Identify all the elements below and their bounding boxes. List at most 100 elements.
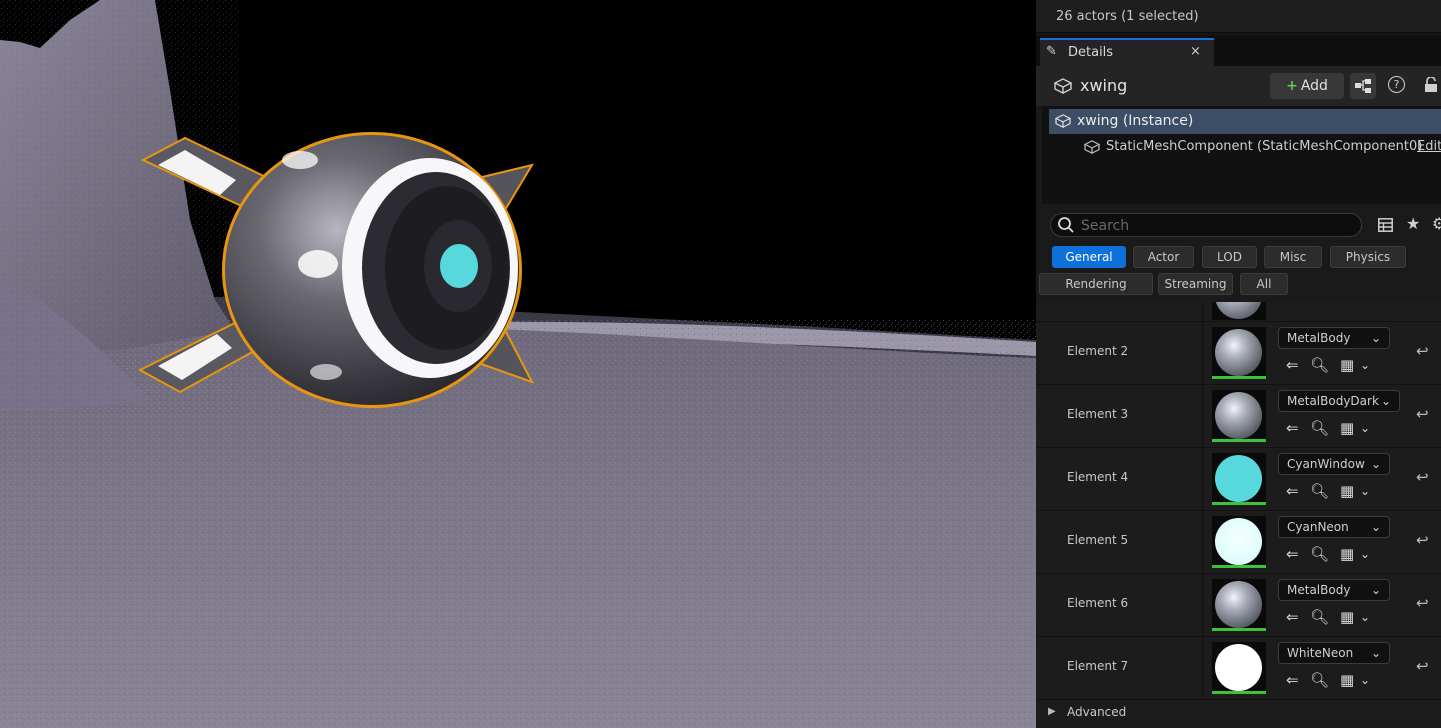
material-combo[interactable]: CyanNeon ⌄ xyxy=(1278,516,1390,538)
chevron-down-icon[interactable]: ⌄ xyxy=(1360,547,1370,561)
element-label: Element 4 xyxy=(1067,470,1129,484)
reset-arrow-icon[interactable]: ↩ xyxy=(1416,342,1429,360)
tree-item-instance[interactable]: xwing (Instance) xyxy=(1049,109,1441,134)
checker-icon[interactable]: ▦ xyxy=(1340,671,1354,689)
material-name: MetalBodyDark xyxy=(1287,394,1379,408)
material-thumbnail[interactable] xyxy=(1212,642,1266,694)
material-row: Element 5 CyanNeon ⌄ ⇐ 🔍︎ ▦ ⌄ ↩ xyxy=(1036,511,1441,574)
tree-item-instance-label: xwing (Instance) xyxy=(1077,113,1194,129)
pencil-icon: ✎ xyxy=(1046,44,1057,59)
actor-header: xwing + Add ? xyxy=(1036,66,1441,106)
table-icon[interactable] xyxy=(1378,218,1393,235)
search-row: ★ ⚙ xyxy=(1036,206,1441,237)
cube-icon xyxy=(1054,114,1072,131)
filter-general[interactable]: General xyxy=(1052,246,1126,268)
tab-details[interactable]: ✎ Details × xyxy=(1040,38,1214,66)
reset-arrow-icon[interactable]: ↩ xyxy=(1416,657,1429,675)
materials-list: Element 2 MetalBody ⌄ ⇐ 🔍︎ ▦ ⌄ ↩ Element 3 MetalB… xyxy=(1036,302,1441,702)
material-row: Element 3 MetalBodyDark ⌄ ⇐ 🔍︎ ▦ ⌄ ↩ xyxy=(1036,385,1441,448)
material-combo[interactable]: WhiteNeon ⌄ xyxy=(1278,642,1390,664)
gear-icon[interactable]: ⚙ xyxy=(1432,214,1441,233)
filter-physics[interactable]: Physics xyxy=(1330,246,1406,268)
material-thumbnail[interactable] xyxy=(1212,516,1266,568)
browse-icon[interactable]: 🔍︎ xyxy=(1310,671,1329,689)
filter-rendering[interactable]: Rendering xyxy=(1039,273,1153,295)
checker-icon[interactable]: ▦ xyxy=(1340,482,1354,500)
material-combo[interactable]: MetalBodyDark ⌄ xyxy=(1278,390,1400,412)
use-selected-icon[interactable]: ⇐ xyxy=(1286,545,1299,563)
material-combo[interactable]: MetalBody ⌄ xyxy=(1278,579,1390,601)
material-preview-sphere xyxy=(1215,518,1262,565)
search-input[interactable] xyxy=(1079,216,1353,236)
material-name: MetalBody xyxy=(1287,331,1351,345)
chevron-down-icon: ⌄ xyxy=(1370,520,1381,534)
chevron-down-icon[interactable]: ⌄ xyxy=(1360,673,1370,687)
material-thumbnail[interactable] xyxy=(1212,327,1266,379)
browse-icon[interactable]: 🔍︎ xyxy=(1310,608,1329,626)
material-combo[interactable]: MetalBody ⌄ xyxy=(1278,327,1390,349)
browse-icon[interactable]: 🔍︎ xyxy=(1310,419,1329,437)
filter-misc[interactable]: Misc xyxy=(1264,246,1322,268)
close-icon[interactable]: × xyxy=(1190,44,1201,59)
browse-icon[interactable]: 🔍︎ xyxy=(1310,482,1329,500)
star-icon[interactable]: ★ xyxy=(1406,214,1420,233)
filter-all[interactable]: All xyxy=(1240,273,1288,295)
checker-icon[interactable]: ▦ xyxy=(1340,356,1354,374)
chevron-down-icon: ⌄ xyxy=(1370,457,1381,471)
search-icon xyxy=(1057,216,1075,237)
checker-icon[interactable]: ▦ xyxy=(1340,545,1354,563)
use-selected-icon[interactable]: ⇐ xyxy=(1286,482,1299,500)
browse-icon[interactable]: 🔍︎ xyxy=(1310,545,1329,563)
cube-icon xyxy=(1083,140,1101,157)
chevron-down-icon[interactable]: ⌄ xyxy=(1360,358,1370,372)
reset-arrow-icon[interactable]: ↩ xyxy=(1416,405,1429,423)
material-name: WhiteNeon xyxy=(1287,646,1354,660)
blueprint-button[interactable] xyxy=(1350,73,1376,99)
tab-details-label: Details xyxy=(1068,45,1114,60)
material-row: Element 7 WhiteNeon ⌄ ⇐ 🔍︎ ▦ ⌄ ↩ xyxy=(1036,637,1441,700)
use-selected-icon[interactable]: ⇐ xyxy=(1286,671,1299,689)
material-thumbnail[interactable] xyxy=(1212,579,1266,631)
material-row: Element 2 MetalBody ⌄ ⇐ 🔍︎ ▦ ⌄ ↩ xyxy=(1036,322,1441,385)
material-thumbnail[interactable] xyxy=(1212,453,1266,505)
outliner-status: 26 actors (1 selected) xyxy=(1036,0,1441,33)
chevron-down-icon: ⌄ xyxy=(1380,394,1391,408)
cube-icon xyxy=(1053,78,1073,97)
filter-lod[interactable]: LOD xyxy=(1202,246,1257,268)
element-label: Element 7 xyxy=(1067,659,1129,673)
use-selected-icon[interactable]: ⇐ xyxy=(1286,419,1299,437)
material-preview-sphere xyxy=(1215,644,1262,691)
chevron-down-icon[interactable]: ⌄ xyxy=(1360,610,1370,624)
level-viewport[interactable] xyxy=(0,0,1036,728)
material-row: Element 4 CyanWindow ⌄ ⇐ 🔍︎ ▦ ⌄ ↩ xyxy=(1036,448,1441,511)
use-selected-icon[interactable]: ⇐ xyxy=(1286,608,1299,626)
help-icon[interactable]: ? xyxy=(1388,76,1405,93)
add-component-button[interactable]: + Add xyxy=(1270,73,1344,99)
checker-icon[interactable]: ▦ xyxy=(1340,419,1354,437)
reset-arrow-icon[interactable]: ↩ xyxy=(1416,531,1429,549)
reset-arrow-icon[interactable]: ↩ xyxy=(1416,594,1429,612)
tree-item-static-mesh[interactable]: StaticMeshComponent (StaticMeshComponent… xyxy=(1042,135,1441,160)
component-tree: xwing (Instance) StaticMeshComponent (St… xyxy=(1042,106,1441,204)
material-thumbnail[interactable] xyxy=(1212,390,1266,442)
chevron-down-icon: ⌄ xyxy=(1370,331,1381,345)
material-row: Element 6 MetalBody ⌄ ⇐ 🔍︎ ▦ ⌄ ↩ xyxy=(1036,574,1441,637)
use-selected-icon[interactable]: ⇐ xyxy=(1286,356,1299,374)
reset-arrow-icon[interactable]: ↩ xyxy=(1416,468,1429,486)
material-name: MetalBody xyxy=(1287,583,1351,597)
lock-icon[interactable] xyxy=(1424,76,1438,96)
checker-icon[interactable]: ▦ xyxy=(1340,608,1354,626)
filter-streaming[interactable]: Streaming xyxy=(1158,273,1233,295)
material-combo[interactable]: CyanWindow ⌄ xyxy=(1278,453,1390,475)
expand-arrow-icon: ▶ xyxy=(1048,706,1056,717)
material-preview-sphere xyxy=(1215,455,1262,502)
edit-link[interactable]: Edit xyxy=(1417,139,1441,154)
search-box[interactable] xyxy=(1050,213,1362,237)
chevron-down-icon[interactable]: ⌄ xyxy=(1360,484,1370,498)
advanced-section[interactable]: ▶ Advanced xyxy=(1036,700,1441,728)
chevron-down-icon[interactable]: ⌄ xyxy=(1360,421,1370,435)
browse-icon[interactable]: 🔍︎ xyxy=(1310,356,1329,374)
filter-actor[interactable]: Actor xyxy=(1133,246,1194,268)
tree-item-static-mesh-label: StaticMeshComponent (StaticMeshComponent… xyxy=(1106,139,1423,154)
tab-strip: ✎ Details × xyxy=(1036,36,1441,66)
